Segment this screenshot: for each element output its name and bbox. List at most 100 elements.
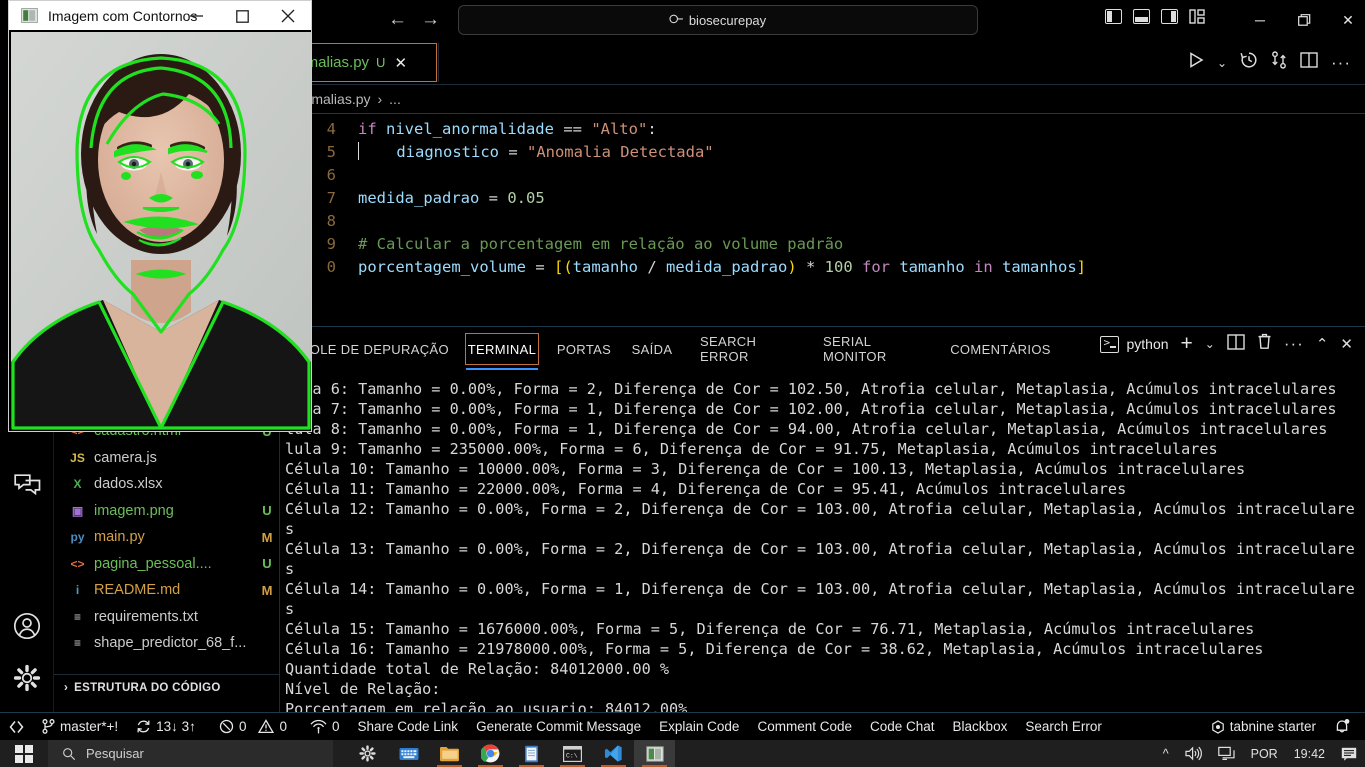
source-control-icon[interactable] (1271, 51, 1287, 74)
command-center-search[interactable]: biosecurepay (458, 5, 978, 35)
image-viewer-window-controls (173, 1, 311, 31)
run-icon[interactable] (1189, 52, 1204, 73)
file-item[interactable]: ▣ imagem.png U (54, 498, 280, 525)
system-tray: ^ POR 19:42 (1155, 740, 1365, 767)
history-icon[interactable] (1240, 51, 1258, 74)
file-item[interactable]: py main.py M (54, 524, 280, 551)
chevron-down-icon[interactable]: ⌄ (1205, 337, 1215, 351)
panel-tab[interactable]: SERIAL MONITOR (815, 333, 933, 365)
file-status-badge: M (261, 582, 273, 598)
panel-tab[interactable]: TERMINAL (465, 333, 539, 370)
code-editor[interactable]: 4 if nivel_anormalidade == "Alto": 5 diagn… (280, 114, 1365, 326)
file-type-icon: py (70, 530, 85, 545)
sync-status[interactable]: 13↓ 3↑ (127, 713, 205, 741)
maximize-panel-icon[interactable]: ⌃ (1316, 335, 1329, 353)
back-button[interactable]: ← (388, 10, 407, 29)
volume-icon[interactable] (1177, 740, 1210, 767)
tabnine-status[interactable]: tabnine starter (1202, 713, 1325, 741)
panel-tab[interactable]: PORTAS (555, 333, 613, 365)
settings-gear-icon[interactable] (347, 740, 388, 767)
image-viewer-icon[interactable] (634, 740, 675, 767)
start-icon[interactable] (0, 740, 48, 767)
image-viewer-body (8, 30, 312, 432)
remote-indicator[interactable] (0, 713, 33, 741)
image-viewer-window: Imagem com Contornos (0, 0, 312, 432)
tray-chevron-up-icon[interactable]: ^ (1155, 740, 1177, 767)
split-terminal-icon[interactable] (1227, 333, 1245, 355)
close-panel-icon[interactable]: ✕ (1340, 335, 1353, 353)
status-bar-action[interactable]: Share Code Link (348, 713, 467, 741)
status-bar-action[interactable]: Blackbox (944, 713, 1017, 741)
file-item[interactable]: Xdados.xlsx (54, 471, 280, 498)
file-name: README.md (94, 582, 181, 599)
file-explorer-icon[interactable] (429, 740, 470, 767)
ports-status[interactable]: 0 (296, 713, 349, 741)
file-type-icon: i (75, 583, 80, 598)
terminal-line: s (285, 560, 295, 578)
chevron-down-icon[interactable]: ⌄ (1217, 56, 1227, 70)
status-bar-action[interactable]: Comment Code (748, 713, 861, 741)
panel-tab[interactable]: SAÍDA (628, 333, 676, 365)
toggle-panel-icon[interactable] (1133, 9, 1150, 24)
status-bar-action[interactable]: Code Chat (861, 713, 944, 741)
status-bar-action[interactable]: Generate Commit Message (467, 713, 650, 741)
active-terminal-indicator[interactable]: python (1100, 335, 1169, 353)
status-bar-action[interactable]: Search Error (1016, 713, 1111, 741)
status-bar-action[interactable]: Explain Code (650, 713, 748, 741)
file-item[interactable]: ≡ requirements.txt (54, 604, 280, 631)
terminal-line: Célula 15: Tamanho = 1676000.00%, Forma … (285, 620, 1255, 638)
tab-close-icon[interactable]: ✕ (394, 54, 407, 72)
terminal-output[interactable]: lula 6: Tamanho = 0.00%, Forma = 2, Dife… (280, 379, 1365, 713)
image-viewer-title-bar[interactable]: Imagem com Contornos (8, 0, 312, 30)
viewer-close-button[interactable] (265, 1, 311, 31)
command-prompt-icon[interactable]: C:\ (552, 740, 593, 767)
toggle-secondary-sidebar-icon[interactable] (1161, 9, 1178, 24)
file-status-badge: M (261, 529, 273, 545)
terminal-line: Célula 11: Tamanho = 22000.00%, Forma = … (285, 480, 1127, 498)
file-item[interactable]: i README.md M (54, 577, 280, 604)
panel-tab[interactable]: COMENTÁRIOS (948, 333, 1053, 365)
forward-button[interactable]: → (421, 10, 440, 29)
keyboard-icon[interactable] (388, 740, 429, 767)
more-actions-icon[interactable]: ··· (1284, 334, 1304, 354)
notepad-icon[interactable] (511, 740, 552, 767)
restore-button[interactable] (1282, 0, 1326, 40)
kill-terminal-icon[interactable] (1257, 333, 1272, 355)
viewer-maximize-button[interactable] (219, 1, 265, 31)
account-icon[interactable] (0, 600, 54, 652)
language-indicator[interactable]: POR (1243, 740, 1286, 767)
chat-icon[interactable] (0, 460, 54, 512)
vscode-icon[interactable] (593, 740, 634, 767)
settings-gear-icon[interactable] (0, 652, 54, 704)
taskbar-search[interactable]: Pesquisar (48, 740, 333, 767)
chrome-icon[interactable] (470, 740, 511, 767)
more-actions-icon[interactable]: ··· (1331, 53, 1351, 73)
viewer-minimize-button[interactable] (173, 1, 219, 31)
breadcrumb-symbol[interactable]: ... (389, 91, 401, 107)
file-name: requirements.txt (94, 608, 198, 625)
close-button[interactable]: ✕ (1326, 0, 1365, 40)
toggle-primary-sidebar-icon[interactable] (1105, 9, 1122, 24)
customize-layout-icon[interactable] (1189, 9, 1206, 24)
file-item[interactable]: ≡ shape_predictor_68_f... (54, 630, 280, 657)
file-status-badge: U (262, 503, 272, 519)
git-branch-status[interactable]: master*+! (33, 713, 127, 741)
code-line: 7 medida_padrao = 0.05 (306, 187, 1365, 210)
window-controls: ─ ✕ (1238, 0, 1365, 40)
action-center-icon[interactable] (1333, 740, 1365, 767)
port-count: 0 (331, 719, 340, 734)
network-icon[interactable] (1210, 740, 1243, 767)
split-editor-icon[interactable] (1300, 52, 1318, 73)
problems-status[interactable]: 0 0 (205, 713, 296, 741)
panel-tab[interactable]: SEARCH ERROR (692, 333, 800, 365)
minimize-button[interactable]: ─ (1238, 0, 1282, 40)
bottom-panel: NSOLE DE DEPURAÇÃO TERMINAL PORTAS SAÍDA SEA… (280, 326, 1365, 713)
file-item[interactable]: <> pagina_pessoal.... U (54, 551, 280, 578)
notifications-bell-icon[interactable] (1325, 713, 1359, 741)
clock[interactable]: 19:42 (1286, 740, 1333, 767)
section-estrutura-do-codigo[interactable]: › ESTRUTURA DO CÓDIGO (54, 674, 280, 700)
new-terminal-icon[interactable]: + (1181, 333, 1193, 354)
terminal-line: Porcentagem em relação ao usuario: 84012… (285, 700, 688, 713)
terminal-line: lula 9: Tamanho = 235000.00%, Forma = 6,… (285, 440, 1218, 458)
file-item[interactable]: JS camera.js (54, 445, 280, 472)
